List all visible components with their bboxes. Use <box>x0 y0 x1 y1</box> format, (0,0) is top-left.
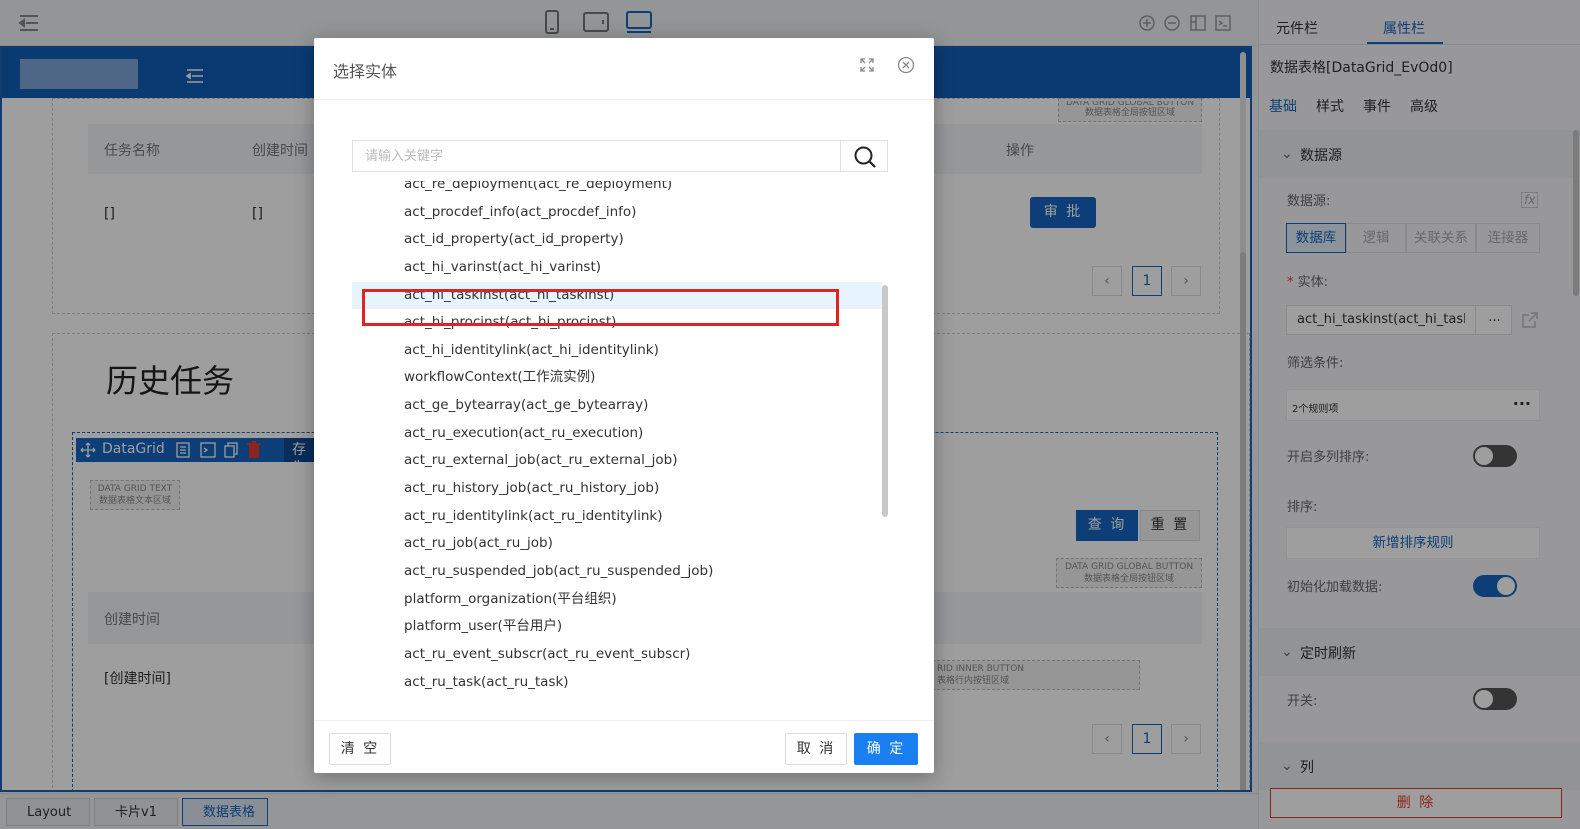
search-input[interactable] <box>353 141 841 171</box>
confirm-button[interactable]: 确 定 <box>854 733 918 765</box>
entity-list-item[interactable]: act_ru_job(act_ru_job) <box>352 530 882 558</box>
entity-list-item[interactable]: act_hi_varinst(act_hi_varinst) <box>352 254 882 282</box>
fullscreen-icon[interactable] <box>860 58 874 72</box>
entity-list-item[interactable]: act_re_deployment(act_re_deployment) <box>352 181 882 199</box>
dialog-header-divider <box>314 99 934 100</box>
entity-list-item[interactable]: act_ru_event_subscr(act_ru_event_subscr) <box>352 641 882 669</box>
entity-list-item[interactable]: act_ru_external_job(act_ru_external_job) <box>352 447 882 475</box>
entity-list-item[interactable]: workflowContext(工作流实例) <box>352 364 882 392</box>
cancel-button[interactable]: 取 消 <box>785 733 847 765</box>
entity-list-item[interactable]: act_ru_history_job(act_ru_history_job) <box>352 475 882 503</box>
entity-list-item[interactable]: act_ru_execution(act_ru_execution) <box>352 420 882 448</box>
dialog-footer-divider <box>314 720 934 721</box>
clear-button[interactable]: 清 空 <box>329 733 391 765</box>
entity-list-item[interactable]: act_ru_task(act_ru_task) <box>352 669 882 693</box>
entity-list-item[interactable]: act_ru_identitylink(act_ru_identitylink) <box>352 503 882 531</box>
selected-item-highlight <box>362 289 839 326</box>
entity-list-item[interactable]: act_ru_suspended_job(act_ru_suspended_jo… <box>352 558 882 586</box>
search-box <box>352 140 888 172</box>
entity-list-item[interactable]: platform_organization(平台组织) <box>352 586 882 614</box>
entity-list-scrollbar[interactable] <box>882 285 888 517</box>
entity-list-item[interactable]: act_hi_identitylink(act_hi_identitylink) <box>352 337 882 365</box>
entity-list-item[interactable]: act_ge_bytearray(act_ge_bytearray) <box>352 392 882 420</box>
select-entity-dialog: 选择实体 act_re_deployment(act_re_deployment… <box>314 38 934 773</box>
close-icon[interactable] <box>897 56 915 74</box>
entity-list-item[interactable]: act_id_property(act_id_property) <box>352 226 882 254</box>
entity-list: act_re_deployment(act_re_deployment) act_… <box>352 181 888 693</box>
search-button[interactable] <box>840 141 887 171</box>
dialog-title: 选择实体 <box>333 62 398 81</box>
search-icon <box>854 146 876 168</box>
entity-list-item[interactable]: platform_user(平台用户) <box>352 613 882 641</box>
entity-list-item[interactable]: act_procdef_info(act_procdef_info) <box>352 199 882 227</box>
